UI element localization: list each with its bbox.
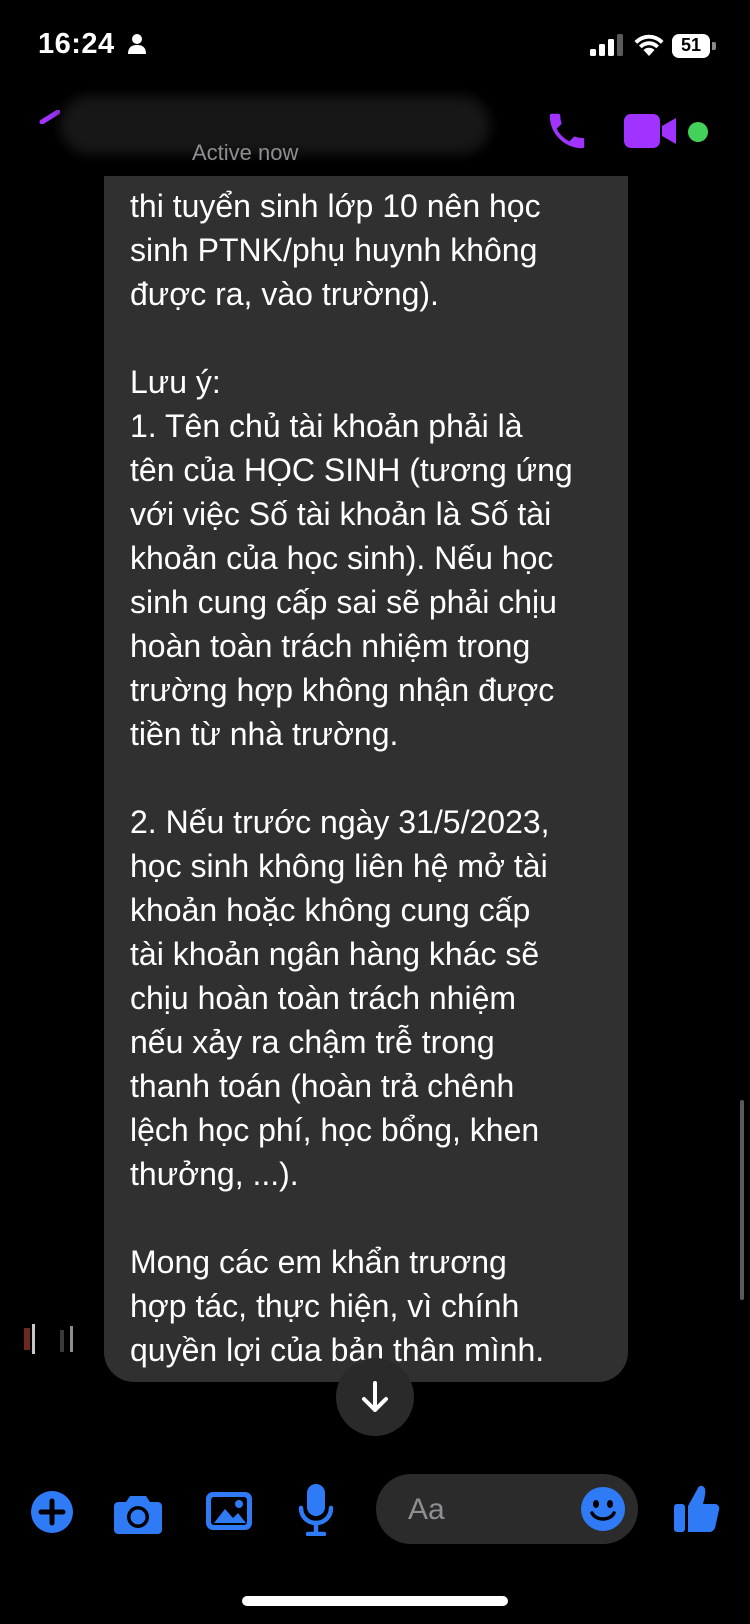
microphone-icon[interactable] [298, 1484, 334, 1536]
scroll-indicator[interactable] [740, 1100, 744, 1300]
signal-icon [590, 34, 623, 56]
arrow-down-icon [362, 1381, 388, 1412]
battery-indicator: 51 [672, 34, 716, 58]
message-field[interactable] [376, 1474, 638, 1544]
back-icon[interactable] [38, 110, 60, 124]
emoji-icon[interactable] [580, 1486, 626, 1532]
wifi-icon [634, 34, 664, 56]
conversation-header: Active now [0, 92, 750, 180]
active-dot [688, 122, 708, 142]
scroll-to-bottom-button[interactable] [336, 1358, 414, 1436]
status-bar: 16:24 51 [0, 0, 750, 92]
thumbs-up-icon[interactable] [674, 1484, 720, 1532]
phone-icon[interactable] [544, 108, 590, 154]
message-bubble: thi tuyển sinh lớp 10 nên học sinh PTNK/… [104, 176, 628, 1382]
camera-icon[interactable] [114, 1492, 162, 1534]
active-status: Active now [192, 140, 299, 165]
battery-level: 51 [680, 35, 702, 55]
message-composer [0, 1470, 750, 1560]
image-icon[interactable] [206, 1488, 252, 1534]
home-indicator [242, 1596, 508, 1606]
message-text: thi tuyển sinh lớp 10 nên học sinh PTNK/… [130, 188, 573, 1368]
person-icon [128, 34, 146, 54]
video-icon[interactable] [624, 112, 678, 150]
plus-icon[interactable] [30, 1490, 74, 1534]
message-input[interactable] [406, 1488, 580, 1532]
image-thumbnail [24, 1324, 73, 1354]
status-time: 16:24 [38, 28, 115, 60]
